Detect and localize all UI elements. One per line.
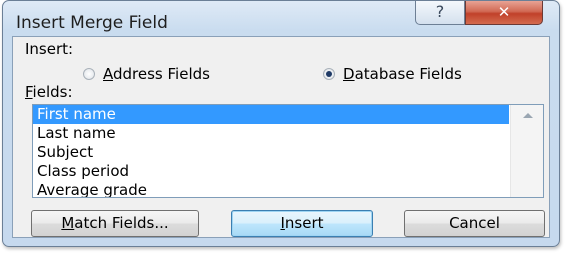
- database-fields-label: Database Fields: [343, 65, 462, 83]
- listbox-scrollbar[interactable]: [510, 105, 543, 197]
- list-item[interactable]: Class period: [33, 162, 509, 181]
- fields-label: Fields:: [25, 83, 73, 101]
- list-item[interactable]: Average grade: [33, 181, 509, 197]
- insert-label: Insert:: [25, 40, 74, 58]
- insert-merge-field-dialog: Insert Merge Field ? ✕ Insert: Address F…: [2, 0, 560, 247]
- dialog-title: Insert Merge Field: [16, 13, 168, 33]
- insert-button[interactable]: Insert: [231, 210, 373, 237]
- cancel-button[interactable]: Cancel: [404, 210, 545, 237]
- help-button[interactable]: ?: [415, 1, 465, 25]
- help-icon: ?: [435, 2, 445, 21]
- address-fields-radio-icon[interactable]: [83, 68, 95, 80]
- list-item[interactable]: Last name: [33, 124, 509, 143]
- list-item[interactable]: Subject: [33, 143, 509, 162]
- address-fields-radio[interactable]: Address Fields: [83, 65, 210, 83]
- address-fields-label: Address Fields: [103, 65, 210, 83]
- list-item[interactable]: First name: [33, 105, 509, 124]
- scroll-up-icon[interactable]: [523, 113, 533, 118]
- database-fields-radio[interactable]: Database Fields: [323, 65, 462, 83]
- database-fields-radio-icon[interactable]: [323, 68, 335, 80]
- fields-listbox[interactable]: First name Last name Subject Class perio…: [32, 104, 544, 198]
- close-icon: ✕: [497, 3, 511, 21]
- match-fields-button[interactable]: Match Fields...: [31, 210, 199, 237]
- close-button[interactable]: ✕: [465, 1, 543, 25]
